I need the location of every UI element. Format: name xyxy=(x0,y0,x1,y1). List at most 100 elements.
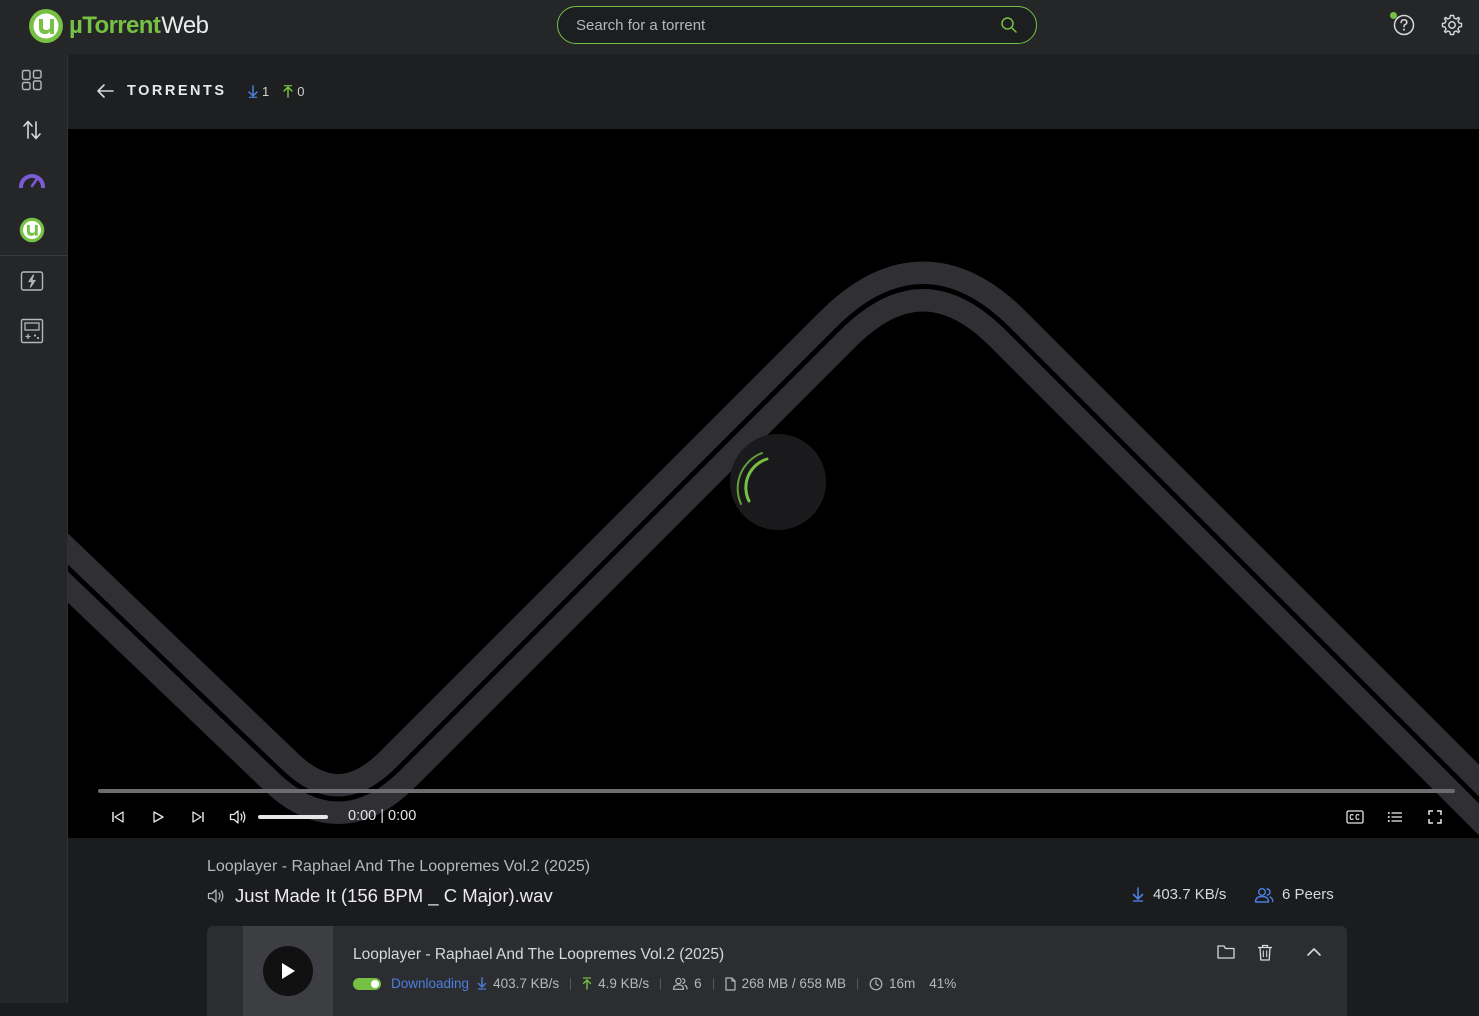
upload-arrow-icon xyxy=(283,85,293,98)
upload-count: 0 xyxy=(297,84,305,99)
logo-brand: µTorrent xyxy=(69,12,161,39)
divider xyxy=(712,977,714,990)
grid-icon xyxy=(21,69,42,91)
loading-spinner xyxy=(730,434,826,530)
download-arrow-icon xyxy=(477,977,487,990)
download-toggle[interactable] xyxy=(353,977,381,990)
sidebar-item-dashboard[interactable] xyxy=(18,66,46,94)
speaker-icon xyxy=(207,889,224,903)
game-console-icon xyxy=(20,318,44,344)
divider xyxy=(660,977,662,990)
help-button[interactable] xyxy=(1390,12,1416,37)
torrent-title: Looplayer - Raphael And The Loopremes Vo… xyxy=(353,946,725,963)
logo-wordmark: µTorrent Web xyxy=(69,12,209,40)
download-count: 1 xyxy=(262,84,270,99)
divider xyxy=(570,977,572,990)
sidebar-item-utorrent[interactable] xyxy=(18,216,46,244)
card-peers: 6 xyxy=(672,976,702,991)
transfer-arrows-icon xyxy=(23,120,41,140)
thumbnail-play-button[interactable] xyxy=(263,946,313,996)
speedometer-icon xyxy=(19,174,45,188)
card-size-value: 268 MB / 658 MB xyxy=(741,976,846,991)
transfer-counts: 1 0 xyxy=(248,84,304,99)
page-title: TORRENTS xyxy=(127,83,227,99)
download-speed-value: 403.7 KB/s xyxy=(1153,886,1227,903)
sidebar xyxy=(0,54,68,1003)
time-display: 0:00 | 0:00 xyxy=(348,808,417,824)
app-logo[interactable]: µTorrent Web xyxy=(28,7,209,45)
chevron-up-icon xyxy=(1307,948,1321,956)
mute-button[interactable] xyxy=(227,806,249,828)
search-icon[interactable] xyxy=(1000,16,1018,34)
next-button[interactable] xyxy=(187,806,209,828)
notification-dot xyxy=(1390,12,1397,19)
open-folder-button[interactable] xyxy=(1217,944,1235,965)
utorrent-logo-icon xyxy=(29,9,63,43)
card-eta-value: 16m xyxy=(888,976,916,991)
card-size: 268 MB / 658 MB xyxy=(725,976,846,991)
peers-count: 6 Peers xyxy=(1254,886,1334,903)
play-icon xyxy=(282,963,295,979)
torrent-status-row: Downloading 403.7 KB/s 4.9 KB/s 6 268 MB… xyxy=(353,976,956,991)
download-arrow-icon xyxy=(1132,887,1144,902)
player-controls: 0:00 | 0:00 xyxy=(68,801,1479,837)
sidebar-divider xyxy=(0,255,68,256)
status-badge: Downloading xyxy=(391,976,470,991)
file-name: Just Made It (156 BPM _ C Major).wav xyxy=(235,885,553,906)
search-input[interactable] xyxy=(576,7,996,43)
card-peers-value: 6 xyxy=(694,976,702,991)
previous-button[interactable] xyxy=(107,806,129,828)
media-player[interactable]: 0:00 | 0:00 xyxy=(68,129,1479,838)
volume-icon xyxy=(229,810,246,824)
sidebar-item-transfers[interactable] xyxy=(18,116,46,144)
back-button[interactable] xyxy=(96,83,114,104)
volume-slider[interactable] xyxy=(258,815,328,819)
sidebar-item-boost[interactable] xyxy=(18,267,46,295)
folder-icon xyxy=(1217,945,1235,959)
arrow-left-icon xyxy=(97,84,114,98)
card-eta: 16m xyxy=(869,976,915,991)
fullscreen-icon xyxy=(1428,810,1442,824)
lightning-card-icon xyxy=(20,271,44,291)
users-icon xyxy=(1254,887,1274,903)
search-box xyxy=(557,6,1037,44)
gear-icon xyxy=(1441,14,1463,36)
play-button[interactable] xyxy=(147,806,169,828)
utorrent-logo-icon xyxy=(19,217,45,243)
card-download-speed-value: 403.7 KB/s xyxy=(493,976,560,991)
collapse-button[interactable] xyxy=(1306,944,1322,965)
current-file: Just Made It (156 BPM _ C Major).wav xyxy=(207,885,553,907)
playlist-button[interactable] xyxy=(1384,806,1406,828)
file-icon xyxy=(725,976,736,991)
album-title: Looplayer - Raphael And The Loopremes Vo… xyxy=(207,858,591,875)
closed-captions-icon xyxy=(1346,810,1364,824)
logo-suffix: Web xyxy=(161,12,209,39)
main-content: TORRENTS 1 0 0:00 | 0:00 Looplayer - Rap… xyxy=(68,54,1479,1016)
play-icon xyxy=(153,811,164,823)
divider xyxy=(856,977,858,990)
torrents-header: TORRENTS 1 0 xyxy=(68,54,1479,129)
fullscreen-button[interactable] xyxy=(1424,806,1446,828)
card-upload-speed: 4.9 KB/s xyxy=(582,976,649,991)
card-download-speed: 403.7 KB/s xyxy=(477,976,559,991)
trash-icon xyxy=(1258,944,1272,961)
delete-button[interactable] xyxy=(1257,944,1273,966)
skip-forward-icon xyxy=(192,811,204,823)
now-playing-info: Looplayer - Raphael And The Loopremes Vo… xyxy=(68,838,1479,1016)
clock-icon xyxy=(869,977,883,990)
seek-bar[interactable] xyxy=(98,789,1455,793)
captions-button[interactable] xyxy=(1344,806,1366,828)
card-upload-speed-value: 4.9 KB/s xyxy=(598,976,650,991)
card-percent: 41% xyxy=(929,976,957,991)
peers-value: 6 Peers xyxy=(1282,886,1334,903)
top-bar: µTorrent Web xyxy=(0,0,1479,54)
sidebar-item-games[interactable] xyxy=(18,317,46,345)
loading-track-graphic xyxy=(68,261,1479,836)
download-arrow-icon xyxy=(248,85,258,98)
settings-button[interactable] xyxy=(1440,13,1464,37)
sidebar-item-speed[interactable] xyxy=(18,166,46,194)
download-speed: 403.7 KB/s xyxy=(1132,886,1226,903)
users-icon xyxy=(673,977,688,990)
skip-back-icon xyxy=(112,811,124,823)
list-icon xyxy=(1387,812,1402,822)
